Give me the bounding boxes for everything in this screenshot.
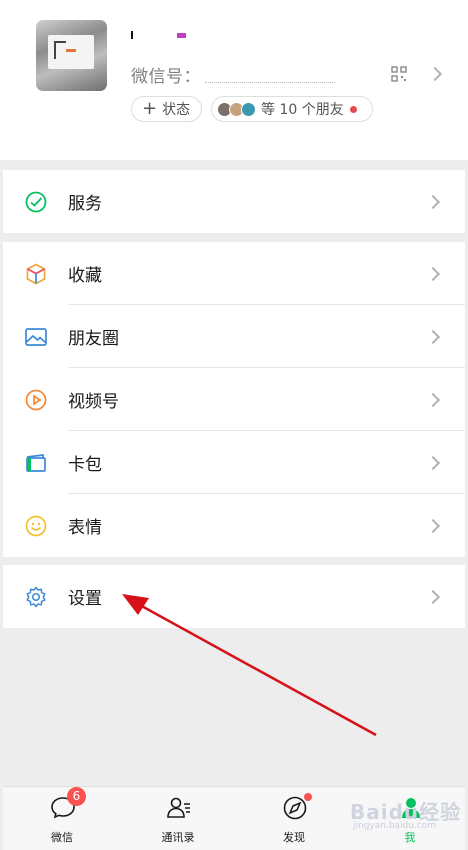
profile-header[interactable]: 微信号： + 状态 等 10 个朋友 — [0, 0, 468, 160]
plus-icon: + — [142, 98, 158, 119]
main-menu-group: 收藏 朋友圈 视频号 卡包 表情 — [3, 242, 465, 557]
favorites-cube-icon — [26, 263, 46, 284]
menu-label: 表情 — [68, 518, 102, 538]
wechat-id: 微信号： — [131, 62, 335, 87]
notification-dot — [349, 105, 357, 113]
tab-chats[interactable]: 6 微信 — [22, 787, 102, 850]
menu-item-moments[interactable]: 朋友圈 — [3, 305, 465, 368]
smiley-face-icon — [25, 515, 47, 536]
settings-group: 设置 — [3, 565, 465, 628]
tab-discover[interactable]: 发现 — [254, 787, 334, 850]
moments-image-icon — [25, 327, 47, 346]
status-button[interactable]: + 状态 — [131, 96, 202, 122]
menu-label: 朋友圈 — [68, 329, 119, 349]
unread-badge: 6 — [67, 787, 86, 806]
menu-item-cards[interactable]: 卡包 — [3, 431, 465, 494]
chevron-right-icon — [425, 194, 441, 210]
menu-item-stickers[interactable]: 表情 — [3, 494, 465, 557]
menu-label: 服务 — [68, 194, 102, 214]
contacts-icon — [167, 797, 190, 818]
services-group: 服务 — [3, 170, 465, 233]
profile-chevron-icon — [427, 66, 443, 82]
friend-avatar — [241, 101, 256, 117]
tab-contacts[interactable]: 通讯录 — [138, 787, 218, 850]
channels-play-icon — [25, 389, 47, 410]
chevron-right-icon — [425, 392, 441, 408]
new-moments-dot — [304, 793, 312, 801]
chevron-right-icon — [425, 329, 441, 345]
chevron-right-icon — [425, 455, 441, 471]
gear-icon — [26, 586, 46, 607]
menu-item-settings[interactable]: 设置 — [3, 565, 465, 628]
profile-avatar[interactable] — [36, 20, 107, 91]
qr-code-icon[interactable] — [391, 66, 407, 82]
menu-label: 设置 — [68, 589, 102, 609]
menu-item-services[interactable]: 服务 — [3, 170, 465, 233]
baidu-watermark-url: jingyan.baidu.com — [353, 821, 437, 831]
chevron-right-icon — [425, 518, 441, 534]
profile-nickname — [131, 28, 186, 42]
menu-label: 卡包 — [68, 455, 102, 475]
menu-label: 收藏 — [68, 266, 102, 286]
menu-label: 视频号 — [68, 392, 119, 412]
friends-status-button[interactable]: 等 10 个朋友 — [211, 96, 373, 122]
menu-item-channels[interactable]: 视频号 — [3, 368, 465, 431]
chevron-right-icon — [425, 589, 441, 605]
wallet-card-icon — [26, 453, 46, 472]
chevron-right-icon — [425, 266, 441, 282]
menu-item-favorites[interactable]: 收藏 — [3, 242, 465, 305]
services-icon — [25, 191, 47, 212]
